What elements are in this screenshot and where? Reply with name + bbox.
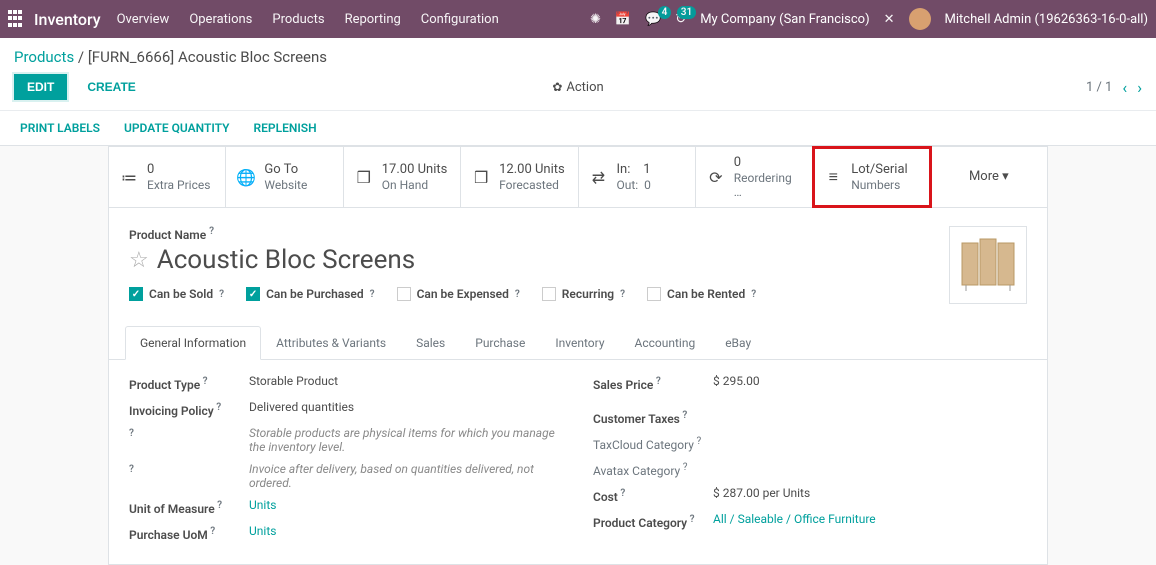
pager-pos: 1 / 1 (1086, 80, 1112, 95)
product-name-label: Product Name ? (129, 228, 214, 242)
stat-lot-serial[interactable]: ≡Lot/SerialNumbers (813, 147, 930, 207)
avatar[interactable] (909, 8, 931, 30)
sparkle-icon[interactable]: ✺ (590, 12, 601, 27)
list-icon: ≡ (823, 167, 843, 187)
messages-icon[interactable]: 💬4 (645, 12, 661, 27)
tab-ebay[interactable]: eBay (710, 326, 766, 360)
menu-products[interactable]: Products (272, 12, 324, 27)
form-col-right: Sales Price ?$ 295.00 Customer Taxes ? T… (593, 374, 1027, 550)
control-bar: EDIT CREATE Action 1 / 1 ‹ › (0, 70, 1156, 111)
create-button[interactable]: CREATE (75, 75, 147, 99)
sheet-wrap: ≔0Extra Prices 🌐Go ToWebsite ❒17.00 Unit… (0, 145, 1156, 565)
product-title: ☆ Acoustic Bloc Screens (129, 245, 929, 275)
chk-can-be-rented[interactable]: Can be Rented? (647, 287, 756, 301)
breadcrumb-row: Products / [FURN_6666] Acoustic Bloc Scr… (0, 38, 1156, 70)
sales-price-value: $ 295.00 (713, 374, 1027, 388)
action-dropdown[interactable]: Action (552, 80, 603, 95)
invoicing-policy-value: Delivered quantities (249, 400, 563, 414)
product-category-value[interactable]: All / Saleable / Office Furniture (713, 512, 1027, 526)
type-description: Storable products are physical items for… (249, 426, 563, 454)
user-name[interactable]: Mitchell Admin (19626363-16-0-all) (945, 12, 1148, 27)
edit-button[interactable]: EDIT (14, 74, 67, 100)
cubes-icon: ❒ (471, 168, 491, 187)
tab-accounting[interactable]: Accounting (620, 326, 711, 360)
stat-buttons: ≔0Extra Prices 🌐Go ToWebsite ❒17.00 Unit… (109, 147, 1047, 208)
activity-badge: 31 (677, 6, 696, 19)
print-labels-button[interactable]: PRINT LABELS (20, 121, 100, 135)
refresh-icon: ⟳ (706, 168, 726, 187)
product-type-value: Storable Product (249, 374, 563, 388)
crumb-current: [FURN_6666] Acoustic Bloc Screens (88, 48, 327, 66)
form-sheet: ≔0Extra Prices 🌐Go ToWebsite ❒17.00 Unit… (108, 146, 1048, 565)
favorite-star-icon[interactable]: ☆ (129, 248, 149, 273)
stat-more[interactable]: More ▾ (931, 147, 1047, 207)
top-menu: Overview Operations Products Reporting C… (117, 12, 499, 27)
stat-forecasted[interactable]: ❒12.00 UnitsForecasted (461, 147, 578, 207)
breadcrumb: Products / [FURN_6666] Acoustic Bloc Scr… (14, 48, 327, 66)
product-image[interactable] (949, 226, 1027, 304)
apps-icon[interactable] (8, 10, 26, 28)
chk-can-be-sold[interactable]: ✓Can be Sold? (129, 287, 224, 301)
replenish-button[interactable]: REPLENISH (254, 121, 317, 135)
uom-value[interactable]: Units (249, 498, 563, 512)
chk-can-be-purchased[interactable]: ✓Can be Purchased? (246, 287, 374, 301)
topbar-right: ✺ 📅 💬4 ↻31 My Company (San Francisco) ✕ … (590, 8, 1148, 30)
tab-attributes-variants[interactable]: Attributes & Variants (261, 326, 401, 360)
stat-reordering[interactable]: ⟳0Reordering … (696, 147, 813, 207)
form-header: Product Name ? ☆ Acoustic Bloc Screens ✓… (109, 208, 1047, 310)
company-switcher[interactable]: My Company (San Francisco) (700, 12, 869, 27)
tab-general-information[interactable]: General Information (125, 326, 261, 360)
globe-icon: 🌐 (236, 168, 256, 187)
subactions: PRINT LABELS UPDATE QUANTITY REPLENISH (0, 111, 1156, 145)
menu-operations[interactable]: Operations (189, 12, 252, 27)
invoicing-description: Invoice after delivery, based on quantit… (249, 462, 563, 490)
topbar: Inventory Overview Operations Products R… (0, 0, 1156, 38)
tab-purchase[interactable]: Purchase (460, 326, 540, 360)
tabs: General Information Attributes & Variant… (109, 326, 1047, 360)
transfer-icon: ⇄ (589, 168, 609, 187)
tab-inventory[interactable]: Inventory (540, 326, 619, 360)
stat-website[interactable]: 🌐Go ToWebsite (226, 147, 343, 207)
purchase-uom-value[interactable]: Units (249, 524, 563, 538)
product-options: ✓Can be Sold? ✓Can be Purchased? Can be … (129, 287, 929, 301)
activity-icon[interactable]: ↻31 (675, 12, 686, 27)
tab-sales[interactable]: Sales (401, 326, 460, 360)
cost-value: $ 287.00 per Units (713, 486, 1027, 500)
calendar-icon[interactable]: 📅 (615, 12, 631, 27)
crumb-parent[interactable]: Products (14, 48, 74, 66)
menu-reporting[interactable]: Reporting (345, 12, 401, 27)
form-col-left: Product Type ?Storable Product Invoicing… (129, 374, 563, 550)
cubes-icon: ❒ (354, 168, 374, 187)
msg-badge: 4 (658, 6, 672, 19)
pager-next[interactable]: › (1137, 78, 1142, 97)
form-body: Product Type ?Storable Product Invoicing… (109, 360, 1047, 564)
stat-extra-prices[interactable]: ≔0Extra Prices (109, 147, 226, 207)
product-name: Acoustic Bloc Screens (157, 245, 415, 275)
chk-can-be-expensed[interactable]: Can be Expensed? (397, 287, 520, 301)
module-name[interactable]: Inventory (34, 10, 101, 29)
pager-prev[interactable]: ‹ (1122, 78, 1127, 97)
list-icon: ≔ (119, 168, 139, 187)
menu-configuration[interactable]: Configuration (421, 12, 499, 27)
update-quantity-button[interactable]: UPDATE QUANTITY (124, 121, 230, 135)
tools-icon[interactable]: ✕ (884, 12, 895, 27)
stat-on-hand[interactable]: ❒17.00 UnitsOn Hand (344, 147, 461, 207)
pager: 1 / 1 ‹ › (1086, 78, 1142, 97)
chk-recurring[interactable]: Recurring? (542, 287, 625, 301)
stat-in-out[interactable]: ⇄In: 1Out: 0 (579, 147, 696, 207)
menu-overview[interactable]: Overview (117, 12, 170, 27)
